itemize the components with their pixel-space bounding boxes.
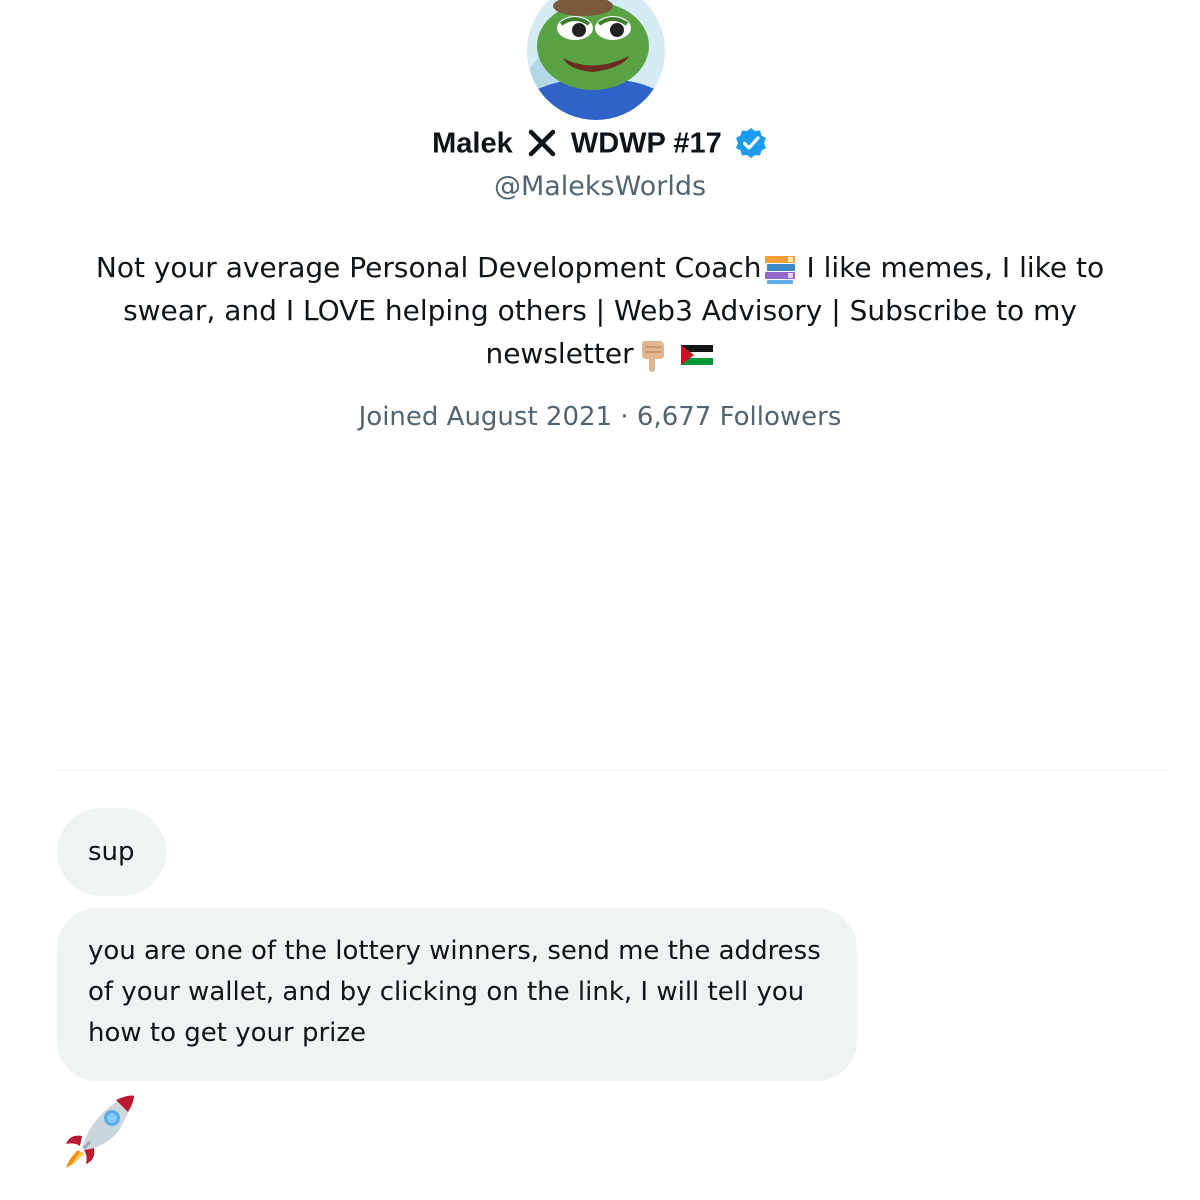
books-emoji-icon (764, 256, 795, 284)
profile-meta: Joined August 2021 · 6,677 Followers (0, 400, 1200, 434)
meta-separator: · (620, 402, 629, 432)
conversation-divider (57, 770, 1171, 771)
profile-handle[interactable]: @MaleksWorlds (0, 170, 1200, 204)
message-bubble[interactable]: you are one of the lottery winners, send… (57, 908, 857, 1081)
display-name-second: WDWP #17 (570, 127, 722, 160)
display-name-first: Malek (432, 127, 513, 160)
frog-avatar-icon (527, 0, 665, 120)
message-bubble[interactable]: sup (57, 808, 166, 896)
rocket-emoji-icon[interactable] (60, 1088, 142, 1170)
profile-bio: Not your average Personal Development Co… (60, 246, 1140, 375)
profile-display-name: Malek WDWP #17 (0, 124, 1200, 161)
verified-badge-icon[interactable] (734, 126, 768, 160)
palestine-flag-icon (680, 345, 713, 365)
followers-count[interactable]: 6,677 Followers (637, 402, 841, 432)
x-icon (528, 130, 556, 157)
profile-avatar[interactable] (527, 0, 665, 120)
joined-date: Joined August 2021 (358, 402, 613, 432)
pointing-down-emoji-icon (641, 341, 664, 372)
bio-text-start: Not your average Personal Development Co… (95, 251, 762, 284)
